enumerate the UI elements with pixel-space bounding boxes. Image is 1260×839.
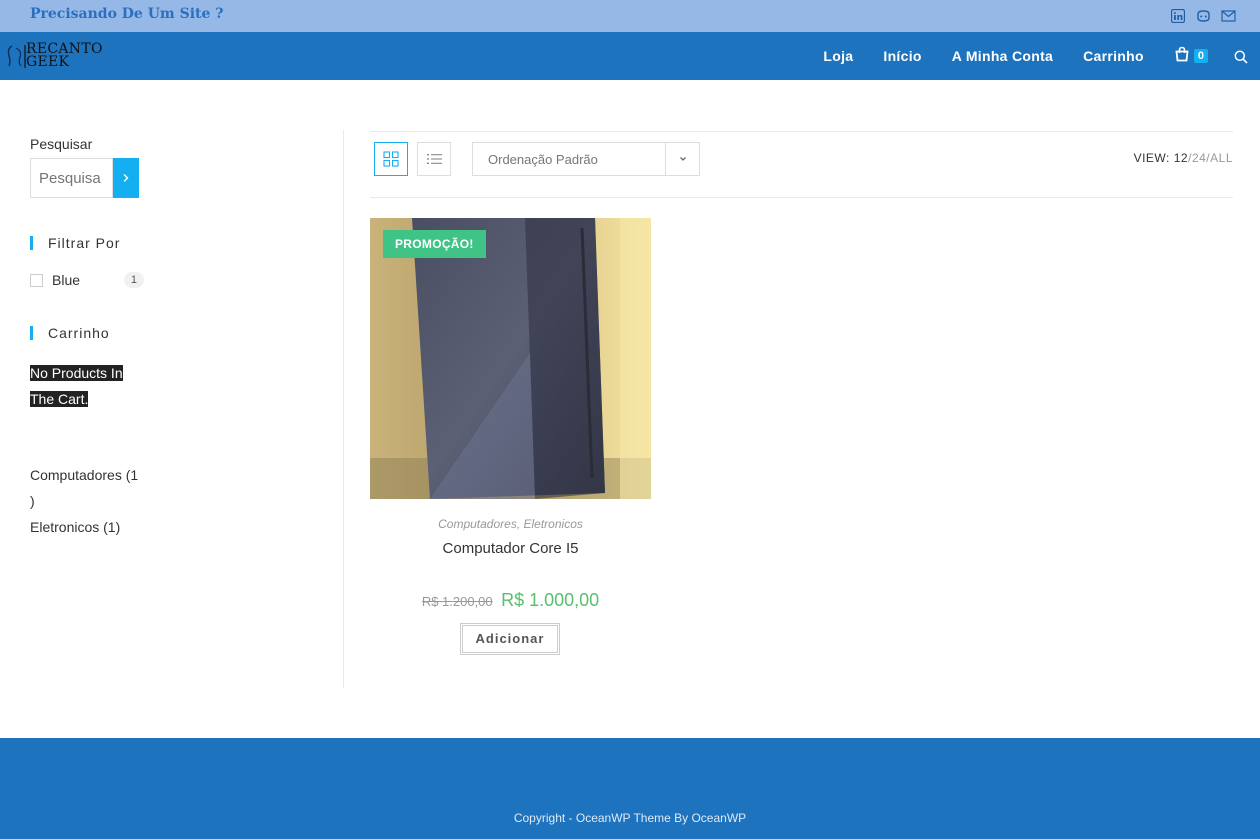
footer-copyright: Copyright - OceanWP Theme By OceanWP: [513, 811, 747, 825]
promo-link[interactable]: Precisando De Um Site ?: [30, 6, 223, 22]
nav-item-inicio[interactable]: Início: [883, 48, 921, 64]
sidebar-search: [30, 158, 144, 198]
product-price: R$ 1.200,00 R$ 1.000,00: [370, 590, 651, 611]
list-icon: [427, 154, 442, 164]
grid-view-button[interactable]: [374, 142, 408, 176]
github-icon[interactable]: [1196, 8, 1211, 23]
price-new: R$ 1.000,00: [501, 590, 600, 610]
search-input[interactable]: [30, 158, 113, 198]
product-category-link[interactable]: Computadores: [438, 517, 517, 531]
filter-checkbox[interactable]: [30, 273, 43, 287]
logo-line-2: GEEK: [26, 54, 70, 70]
view-count: VIEW: 12/24/ALL: [1133, 151, 1233, 165]
logo-mark-icon: [6, 42, 26, 70]
mail-icon[interactable]: [1221, 8, 1236, 23]
chevron-down-icon: [665, 143, 699, 175]
price-old: R$ 1.200,00: [421, 594, 493, 609]
site-header: RECANTO GEEK Loja Início A Minha Conta C…: [0, 32, 1260, 80]
grid-icon: [383, 151, 399, 167]
cart-widget: No Products In The Cart.: [30, 360, 140, 412]
category-link-eletronicos[interactable]: Eletronicos (1): [30, 514, 144, 540]
sidebar-divider: [343, 130, 344, 688]
search-submit-button[interactable]: [113, 158, 139, 198]
view-option-24[interactable]: 24: [1192, 151, 1206, 165]
filter-title: Filtrar Por: [30, 236, 144, 250]
filter-count-badge: 1: [123, 272, 144, 288]
view-option-all[interactable]: ALL: [1210, 151, 1233, 165]
view-label: VIEW:: [1133, 151, 1170, 165]
cart-count-badge: 0: [1193, 49, 1208, 63]
search-label: Pesquisar: [30, 136, 93, 152]
product-category-link[interactable]: Eletronicos: [524, 517, 583, 531]
empty-cart-message: No Products In The Cart.: [30, 365, 123, 407]
filter-item-blue[interactable]: Blue 1: [30, 272, 144, 288]
nav-item-minha-conta[interactable]: A Minha Conta: [952, 48, 1053, 64]
nav-item-carrinho[interactable]: Carrinho: [1083, 48, 1144, 64]
orderby-value: Ordenação Padrão: [488, 152, 598, 167]
logo-text: RECANTO GEEK: [26, 42, 103, 70]
search-icon[interactable]: [1234, 49, 1248, 64]
site-footer: Copyright - OceanWP Theme By OceanWP: [0, 738, 1260, 839]
add-to-cart-button[interactable]: Adicionar: [460, 623, 560, 655]
toolbar-divider-bottom: [370, 197, 1233, 198]
toolbar-divider-top: [370, 131, 1233, 132]
view-option-12[interactable]: 12: [1174, 151, 1188, 165]
header-cart[interactable]: 0: [1174, 46, 1208, 66]
main-nav: Loja Início A Minha Conta Carrinho 0: [793, 32, 1260, 80]
orderby-select[interactable]: Ordenação Padrão: [472, 142, 700, 176]
cart-widget-title: Carrinho: [30, 326, 144, 340]
linkedin-icon[interactable]: [1170, 8, 1186, 24]
sale-badge: PROMOÇÃO!: [383, 230, 486, 258]
product-title[interactable]: Computador Core I5: [370, 540, 651, 557]
product-categories: Computadores, Eletronicos: [438, 517, 583, 531]
category-link-computadores[interactable]: Computadores (1 ): [30, 462, 144, 514]
top-bar: Precisando De Um Site ?: [0, 0, 1260, 32]
list-view-button[interactable]: [417, 142, 451, 176]
filter-item-label: Blue: [52, 272, 81, 288]
site-logo[interactable]: RECANTO GEEK: [6, 42, 103, 70]
sidebar: Pesquisar Filtrar Por Blue 1 Carrinho No…: [30, 130, 144, 540]
category-list: Computadores (1 ) Eletronicos (1): [30, 462, 144, 540]
shopping-bag-icon: [1174, 46, 1190, 66]
nav-item-loja[interactable]: Loja: [823, 48, 853, 64]
product-image[interactable]: [370, 218, 651, 499]
social-links: [1170, 8, 1236, 24]
